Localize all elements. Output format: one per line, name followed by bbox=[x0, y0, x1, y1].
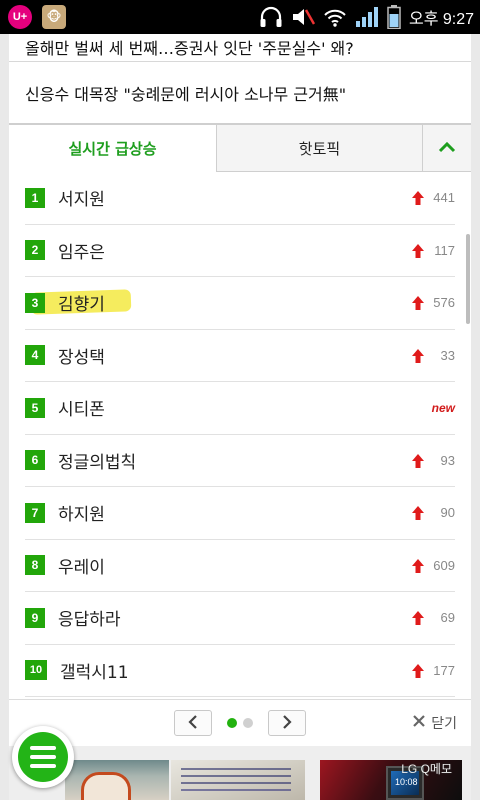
trending-keyword: 하지원 bbox=[58, 505, 105, 526]
rank-badge: 2 bbox=[25, 240, 45, 261]
headline-item[interactable]: 신응수 대목장 "숭례문에 러시아 소나무 근거無" bbox=[9, 62, 471, 124]
trending-row[interactable]: 3 김향기 576 bbox=[25, 277, 455, 330]
thumbnail-time: 10:08 bbox=[395, 777, 418, 787]
hamburger-icon bbox=[18, 732, 68, 782]
memo-watermark: LG Q메모 bbox=[401, 762, 452, 776]
rank-badge: 7 bbox=[25, 502, 45, 523]
trending-keyword: 정글의법칙 bbox=[58, 452, 137, 473]
news-thumbnail[interactable] bbox=[171, 760, 305, 800]
close-icon bbox=[413, 715, 426, 731]
trending-keyword: 서지원 bbox=[58, 190, 105, 211]
trending-row[interactable]: 9 응답하라 69 bbox=[25, 592, 455, 645]
trending-keyword: 임주은 bbox=[58, 242, 105, 263]
trending-keyword: 응답하라 bbox=[58, 610, 121, 631]
trending-keyword: 김향기 bbox=[58, 295, 105, 316]
thumbnail-strip: 10:08 LG Q메모 bbox=[9, 746, 471, 800]
status-bar: U+ 🐵 오후 9:27 bbox=[0, 0, 480, 34]
rank-badge: 5 bbox=[25, 397, 45, 418]
collapse-button[interactable] bbox=[423, 124, 471, 172]
tab-bar: 실시간 급상승 핫토픽 bbox=[9, 124, 471, 172]
rank-badge: 9 bbox=[25, 607, 45, 628]
news-thumbnail[interactable]: 10:08 LG Q메모 bbox=[320, 760, 462, 800]
trending-row[interactable]: 5 시티폰 new bbox=[25, 382, 455, 435]
tab-hot-topic[interactable]: 핫토픽 bbox=[216, 124, 423, 172]
news-thumbnail[interactable] bbox=[65, 760, 169, 800]
trending-row[interactable]: 4 장성택 33 bbox=[25, 330, 455, 382]
battery-icon bbox=[387, 5, 401, 29]
menu-button[interactable] bbox=[12, 726, 74, 788]
headline-item[interactable]: 올해만 벌써 세 번째…증권사 잇단 '주문실수' 왜? bbox=[9, 34, 471, 62]
headphones-icon bbox=[259, 6, 283, 28]
trending-keyword: 시티폰 bbox=[58, 400, 105, 421]
chevron-right-icon bbox=[282, 714, 292, 733]
trending-row[interactable]: 10 갤럭시11 177 bbox=[25, 645, 455, 697]
trending-row[interactable]: 7 하지원 90 bbox=[25, 487, 455, 540]
trending-row[interactable]: 8 우레이 609 bbox=[25, 540, 455, 592]
status-time: 오후 9:27 bbox=[408, 11, 474, 28]
rank-badge: 1 bbox=[25, 187, 45, 208]
trending-keyword: 갤럭시11 bbox=[60, 662, 129, 683]
previous-page-button[interactable] bbox=[174, 710, 212, 736]
close-label: 닫기 bbox=[431, 716, 457, 732]
rank-badge: 10 bbox=[25, 660, 47, 681]
rank-badge: 3 bbox=[25, 292, 45, 313]
signal-icon bbox=[355, 6, 379, 28]
trending-row[interactable]: 2 임주은 117 bbox=[25, 225, 455, 277]
trending-keyword: 우레이 bbox=[58, 557, 105, 578]
page-indicator-active bbox=[227, 718, 237, 728]
carrier-badge: U+ bbox=[8, 5, 32, 29]
chevron-up-icon bbox=[438, 139, 456, 157]
rank-badge: 6 bbox=[25, 450, 45, 471]
rank-badge: 4 bbox=[25, 345, 45, 366]
wifi-icon bbox=[323, 6, 347, 28]
scrollbar[interactable] bbox=[466, 234, 470, 324]
trending-keyword: 장성택 bbox=[58, 347, 105, 368]
chevron-left-icon bbox=[188, 714, 198, 733]
app-notification-icon: 🐵 bbox=[42, 5, 66, 29]
trending-list: 1 서지원 441 2 임주은 117 3 김향기 576 4 장성택 33 5 시티폰 new 6 정글의법칙… bbox=[25, 172, 455, 697]
rank-badge: 8 bbox=[25, 555, 45, 576]
news-card: 올해만 벌써 세 번째…증권사 잇단 '주문실수' 왜? 신응수 대목장 "숭례… bbox=[9, 34, 471, 800]
page-indicator bbox=[243, 718, 253, 728]
pager: 닫기 bbox=[9, 699, 471, 746]
close-button[interactable]: 닫기 bbox=[413, 713, 457, 733]
next-page-button[interactable] bbox=[268, 710, 306, 736]
trending-row[interactable]: 6 정글의법칙 93 bbox=[25, 435, 455, 487]
tab-realtime-rising[interactable]: 실시간 급상승 bbox=[9, 124, 216, 172]
mute-icon bbox=[291, 6, 315, 28]
trending-row[interactable]: 1 서지원 441 bbox=[25, 172, 455, 225]
